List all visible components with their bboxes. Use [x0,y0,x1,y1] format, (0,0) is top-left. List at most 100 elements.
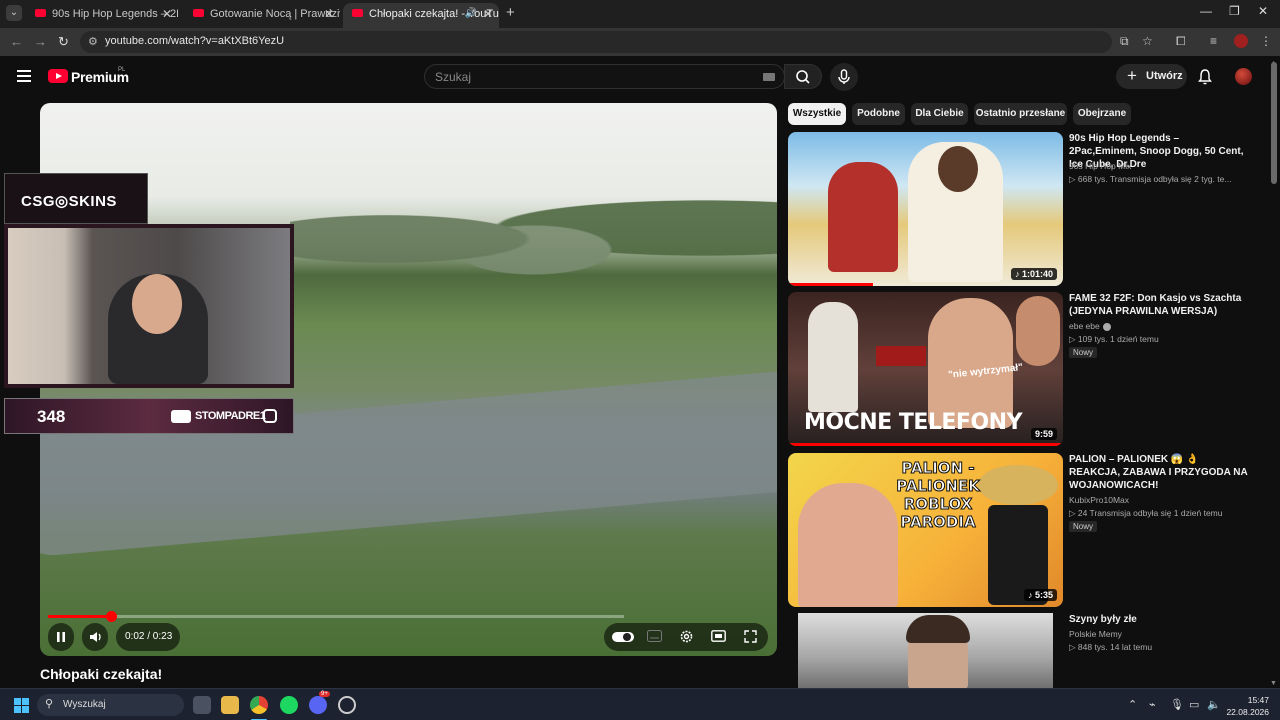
channel-handle: STOMPADRE1 [195,410,266,422]
tray-chevron-icon[interactable]: ⌃ [1128,698,1137,711]
reload-icon[interactable]: ↻ [58,34,69,50]
video-duration: 9:59 [1030,428,1057,440]
page-scrollbar[interactable] [1271,62,1277,184]
fullscreen-icon[interactable] [744,630,757,643]
search-button[interactable] [784,64,822,89]
minimize-icon[interactable]: — [1200,4,1212,18]
file-explorer-icon[interactable] [221,696,239,714]
app-icon[interactable] [338,696,356,714]
youtube-favicon-icon [193,9,204,17]
play-pause-button[interactable] [48,623,74,651]
cast-icon[interactable]: ⧉ [1120,34,1129,49]
volume-icon[interactable]: 🔈 [1207,698,1221,711]
instagram-icon [263,409,277,423]
plus-icon: + [1127,66,1137,85]
notifications-bell-icon[interactable] [1198,69,1212,85]
browser-tab-active[interactable]: Chłopaki czekajta! - YouTub 🔊 ✕ [343,3,499,28]
media-controls-icon[interactable]: ≡ [1210,34,1217,48]
channel-name[interactable]: Polskie Memy [1069,629,1122,639]
voice-search-button[interactable] [830,63,858,91]
network-icon[interactable]: ⌁ [1149,698,1156,711]
recommendation-title[interactable]: PALION – PALIONEK 😱 👌 REAKCJA, ZABAWA I … [1069,453,1249,492]
back-icon[interactable]: ← [10,34,23,49]
spotify-icon[interactable] [280,696,298,714]
search-placeholder: Szukaj [435,70,472,84]
keyboard-icon[interactable] [763,73,775,81]
chrome-menu-icon[interactable]: ⋮ [1260,34,1272,48]
account-avatar[interactable] [1235,68,1252,85]
extensions-icon[interactable]: ⧠ [1176,34,1186,49]
chip-recently-uploaded[interactable]: Ostatnio przesłane [974,103,1067,125]
video-thumbnail[interactable]: "nie wytrzymał" MOCNE TELEFONY 9:59 [788,292,1063,446]
address-bar[interactable]: ⚙ youtube.com/watch?v=aKtXBt6YezU [80,31,1112,53]
progress-buffer[interactable] [48,615,624,618]
browser-tab[interactable]: 90s Hip Hop Legends – 2Pac,Em ✕ [26,3,178,28]
url-text[interactable]: youtube.com/watch?v=aKtXBt6YezU [105,35,284,47]
volume-button[interactable] [82,623,108,651]
discord-icon[interactable]: 9+ [309,691,330,714]
tab-search-button[interactable]: ⌄ [6,5,22,21]
new-tab-button[interactable]: + [506,4,515,21]
display-icon[interactable]: ▭ [1189,698,1199,711]
search-icon [796,70,810,84]
sponsor-banner: CSG◎SKINS [4,173,148,224]
search-input[interactable]: Szukaj [424,64,785,89]
autoplay-toggle-icon[interactable] [612,630,634,644]
browser-tab[interactable]: Gotowanie Nocą | Prawdziwy W ✕ [184,3,340,28]
video-thumbnail[interactable] [788,613,1063,688]
settings-gear-icon[interactable] [679,629,694,644]
watched-progress [788,283,873,286]
recommendation-item[interactable]: Szyny były złe Polskie Memy ▷ 848 tys. 1… [788,613,1258,688]
channel-name[interactable]: 90s Hip Hop Mix [1069,161,1131,171]
forward-icon[interactable]: → [34,34,47,49]
site-info-icon[interactable]: ⚙ [88,35,98,48]
youtube-logo-icon [171,410,191,423]
task-view-icon[interactable] [193,696,211,714]
scroll-down-arrow-icon[interactable]: ▼ [1270,680,1277,687]
progress-scrubber[interactable] [105,611,117,622]
verified-icon [1102,322,1111,331]
chrome-icon[interactable] [250,696,268,714]
watched-progress [788,443,1063,446]
profile-avatar[interactable] [1234,34,1248,48]
recommendation-item[interactable]: "nie wytrzymał" MOCNE TELEFONY 9:59 FAME… [788,292,1258,446]
thumb-head [938,146,978,192]
chip-for-you[interactable]: Dla Ciebie [911,103,968,125]
restore-icon[interactable]: ❐ [1229,4,1240,18]
speaker-icon[interactable]: 🔊 [465,3,477,25]
video-meta: ▷ 109 tys. 1 dzień temu [1069,334,1159,344]
microphone-icon[interactable]: 🎙 [1170,698,1184,711]
progress-played[interactable] [48,615,111,618]
windows-start-icon[interactable] [14,698,29,713]
recommendation-item[interactable]: ♪ 1:01:40 90s Hip Hop Legends – 2Pac,Emi… [788,132,1258,286]
stream-counter-bar: 348 STOMPADRE1 [4,398,294,434]
recommendation-title[interactable]: FAME 32 F2F: Don Kasjo vs Szachta (JEDYN… [1069,292,1249,318]
close-window-icon[interactable]: ✕ [1258,4,1268,18]
chip-related[interactable]: Podobne [852,103,905,125]
system-clock[interactable]: 15:47 22.08.2026 [1225,694,1269,718]
bookmark-star-icon[interactable]: ☆ [1142,34,1153,48]
channel-name[interactable]: ebe ebe [1069,321,1111,331]
browser-toolbar: ← → ↻ ⚙ youtube.com/watch?v=aKtXBt6YezU … [0,28,1280,56]
thumb-figure [808,302,858,412]
taskbar-search[interactable]: ⚲ Wyszukaj [37,694,184,716]
recommendation-item[interactable]: PALION - PALIONEK ROBLOX PARODIA ♪ 5:35 … [788,453,1258,607]
subtitles-icon[interactable] [647,630,662,642]
close-tab-icon[interactable]: ✕ [324,3,334,25]
video-frame-road [40,367,777,559]
close-tab-icon[interactable]: ✕ [483,3,493,25]
video-thumbnail[interactable]: ♪ 1:01:40 [788,132,1063,286]
video-thumbnail[interactable]: PALION - PALIONEK ROBLOX PARODIA ♪ 5:35 [788,453,1063,607]
recommendation-title[interactable]: Szyny były złe [1069,613,1249,626]
thumb-table [876,346,926,366]
chip-watched[interactable]: Obejrzane [1073,103,1131,125]
youtube-logo-icon[interactable] [48,69,68,83]
theater-mode-icon[interactable] [711,630,726,642]
menu-icon[interactable] [17,70,31,85]
chip-all[interactable]: Wszystkie [788,103,846,125]
channel-name[interactable]: KubixPro10Max [1069,495,1129,505]
screen: ⌄ 90s Hip Hop Legends – 2Pac,Em ✕ Gotowa… [0,0,1280,720]
create-button[interactable]: + Utwórz [1116,64,1187,89]
browser-tab-strip: ⌄ 90s Hip Hop Legends – 2Pac,Em ✕ Gotowa… [0,0,1280,28]
close-tab-icon[interactable]: ✕ [162,3,172,25]
